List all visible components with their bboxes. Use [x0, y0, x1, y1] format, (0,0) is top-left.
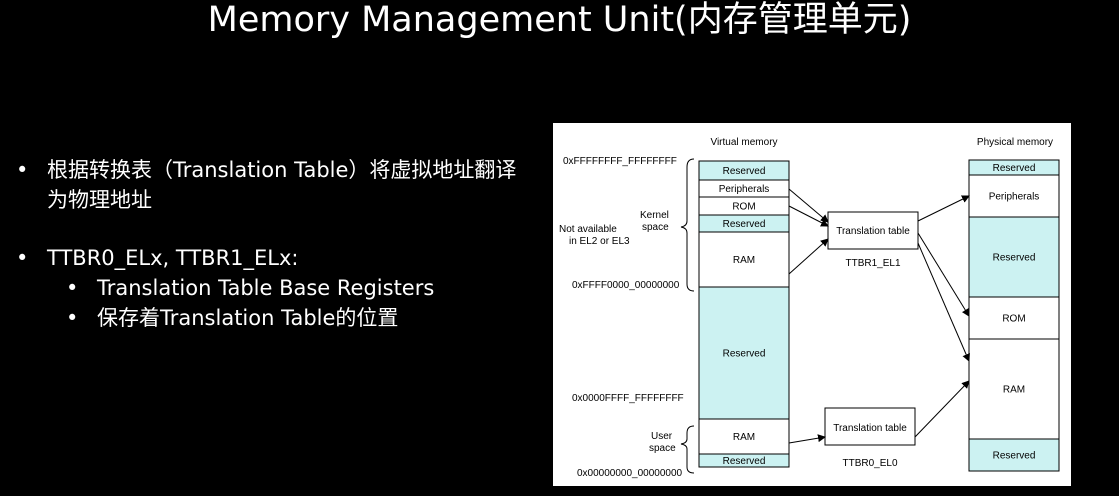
bullet-text: 根据转换表（Translation Table）将虚拟地址翻译为物理地址: [47, 158, 517, 212]
kernel-space-brace: [680, 158, 695, 292]
address-user-top: 0x0000FFFF_FFFFFFFF: [572, 393, 684, 404]
physical-memory-heading: Physical memory: [977, 137, 1053, 148]
memory-block-label: Reserved: [723, 166, 766, 177]
arrow-rom-to-table: [788, 205, 829, 227]
arrow-table-to-ram: [917, 242, 970, 362]
bullet-item: • TTBR0_ELx, TTBR1_ELx:: [14, 243, 534, 273]
arrow-user-ram-to-table: [788, 434, 826, 444]
kernel-space-label: Kernel: [640, 210, 669, 221]
arrow-lower-table-to-ram: [914, 380, 970, 438]
memory-block-label: Reserved: [723, 219, 766, 230]
translation-table-upper: Translation table TTBR1_EL1: [827, 211, 919, 269]
sub-bullet-text: 保存着Translation Table的位置: [97, 306, 399, 330]
bullet-list: • 根据转换表（Translation Table）将虚拟地址翻译为物理地址 •…: [14, 155, 534, 333]
arrow-table-to-rom: [917, 232, 970, 317]
bullet-dot: •: [66, 306, 79, 330]
address-kernel-top: 0xFFFFFFFF_FFFFFFFF: [563, 156, 677, 167]
memory-block-label: Reserved: [723, 456, 766, 467]
arrow-peripherals-to-table: [788, 188, 829, 223]
slide-title: Memory Management Unit(内存管理单元): [207, 0, 912, 40]
user-space-label: User: [651, 431, 673, 442]
sub-bullet-text: Translation Table Base Registers: [97, 276, 435, 300]
virtual-memory-heading: Virtual memory: [710, 137, 777, 148]
memory-block-label: RAM: [733, 255, 755, 266]
arrow-ram-to-table: [788, 238, 829, 275]
memory-block-label: Reserved: [993, 163, 1036, 174]
memory-block-label: Reserved: [993, 253, 1036, 264]
space-annotations: Not available in EL2 or EL3 Kernel space…: [559, 158, 695, 474]
translation-table-label: Translation table: [836, 226, 910, 237]
bullet-item: • 根据转换表（Translation Table）将虚拟地址翻译为物理地址: [14, 155, 534, 215]
translation-table-lower: Translation table TTBR0_EL0: [824, 407, 916, 469]
memory-block-label: Reserved: [993, 451, 1036, 462]
memory-block-label: Peripherals: [989, 192, 1040, 203]
not-available-label: Not available: [559, 224, 617, 235]
kernel-space-label-line2: space: [642, 222, 669, 233]
memory-block-label: ROM: [732, 202, 755, 213]
user-space-label-line2: space: [649, 443, 676, 454]
mmu-diagram: Virtual memory Reserved Peripherals ROM Res…: [553, 123, 1071, 486]
sub-bullet-item: • Translation Table Base Registers: [14, 273, 534, 303]
ttbr1-register-label: TTBR1_EL1: [845, 258, 900, 269]
bullet-text: TTBR0_ELx, TTBR1_ELx:: [47, 246, 299, 270]
not-available-label-line2: in EL2 or EL3: [569, 236, 630, 247]
bullet-dot: •: [66, 276, 79, 300]
memory-block-label: Peripherals: [719, 184, 770, 195]
mmu-diagram-svg: Virtual memory Reserved Peripherals ROM Res…: [559, 137, 1060, 479]
address-user-bottom: 0x00000000_00000000: [577, 468, 683, 479]
arrow-table-to-peripherals: [917, 195, 970, 222]
bullet-dot: •: [16, 246, 29, 270]
memory-block-label: ROM: [1002, 314, 1025, 325]
address-kernel-bottom: 0xFFFF0000_00000000: [572, 280, 680, 291]
memory-block-label: Reserved: [723, 349, 766, 360]
physical-memory-column: Physical memory Reserved Peripherals Reser…: [968, 137, 1060, 472]
memory-block-label: RAM: [733, 432, 755, 443]
bullet-dot: •: [16, 158, 29, 182]
memory-block-label: RAM: [1003, 385, 1025, 396]
virtual-memory-column: Virtual memory Reserved Peripherals ROM Res…: [698, 137, 790, 468]
translation-table-label: Translation table: [833, 423, 907, 434]
ttbr0-register-label: TTBR0_EL0: [842, 458, 897, 469]
sub-bullet-item: • 保存着Translation Table的位置: [14, 303, 534, 333]
user-space-brace: [680, 425, 695, 474]
